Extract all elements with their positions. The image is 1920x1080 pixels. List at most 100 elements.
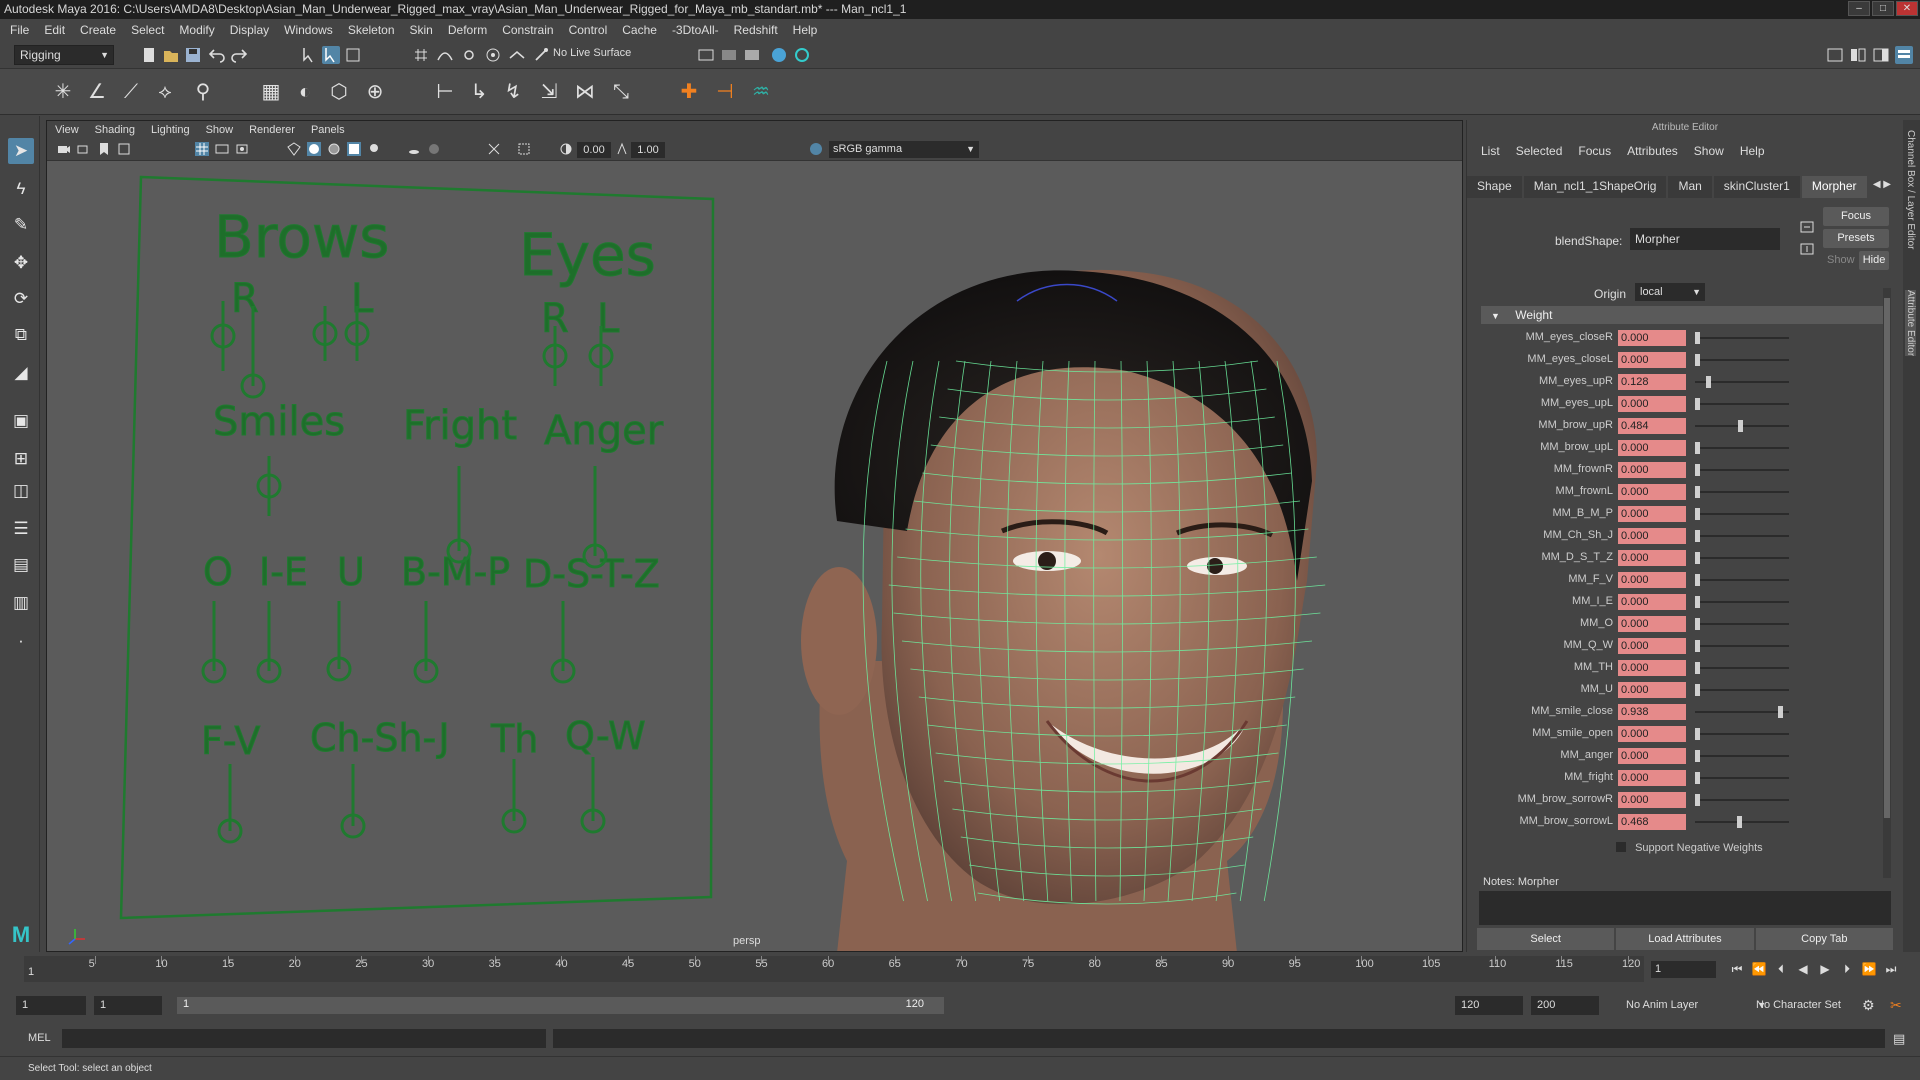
panel-menu-lighting[interactable]: Lighting xyxy=(151,124,190,136)
paint-select-icon[interactable]: ✎ xyxy=(8,212,34,238)
workspace-modeling-icon[interactable] xyxy=(1826,46,1844,64)
last-tool-icon[interactable]: ◢ xyxy=(8,360,34,386)
snap-grid-icon[interactable] xyxy=(412,46,430,64)
two-pane-icon[interactable]: ◫ xyxy=(8,478,34,504)
weight-slider-handle[interactable] xyxy=(1695,486,1700,498)
image-plane-icon[interactable] xyxy=(117,142,131,156)
move-tool-icon[interactable]: ✥ xyxy=(8,250,34,276)
animation-preferences-icon[interactable]: ✂ xyxy=(1890,997,1902,1014)
point-constraint-icon[interactable]: ⊢ xyxy=(432,79,458,105)
orient-constraint-icon[interactable]: ↯ xyxy=(500,79,526,105)
tab-shape[interactable]: Shape xyxy=(1467,176,1522,198)
menu-modify[interactable]: Modify xyxy=(179,23,214,37)
view-transform-dropdown[interactable]: sRGB gamma ▼ xyxy=(829,141,979,158)
weight-value-field[interactable]: 0.938 xyxy=(1618,704,1686,720)
open-scene-icon[interactable] xyxy=(162,46,180,64)
textured-icon[interactable] xyxy=(347,142,361,156)
viewport-scene[interactable]: Brows R L Eyes R L Smiles Fright Anger O… xyxy=(47,161,1462,951)
wireframe-icon[interactable] xyxy=(287,142,301,156)
weight-value-field[interactable]: 0.000 xyxy=(1618,550,1686,566)
playback-range-bar[interactable]: 1 120 xyxy=(177,997,944,1014)
current-frame-field[interactable]: 1 xyxy=(1651,961,1716,978)
camera-select-icon[interactable] xyxy=(57,142,71,156)
close-button[interactable]: ✕ xyxy=(1896,1,1918,16)
auto-key-icon[interactable]: ⚙ xyxy=(1862,997,1875,1014)
weight-slider[interactable] xyxy=(1695,552,1789,564)
ae-menu-list[interactable]: List xyxy=(1481,144,1500,158)
aim-constraint-icon[interactable]: ↳ xyxy=(466,79,492,105)
weight-slider[interactable] xyxy=(1695,772,1789,784)
menu-skin[interactable]: Skin xyxy=(410,23,433,37)
four-pane-icon[interactable]: ⊞ xyxy=(8,446,34,472)
hide-button[interactable]: Hide xyxy=(1859,251,1889,270)
lasso-tool-icon[interactable]: ϟ xyxy=(8,176,34,202)
select-hierarchy-icon[interactable] xyxy=(300,46,318,64)
weight-slider[interactable] xyxy=(1695,442,1789,454)
weight-slider[interactable] xyxy=(1695,728,1789,740)
menu-windows[interactable]: Windows xyxy=(284,23,333,37)
ae-menu-selected[interactable]: Selected xyxy=(1516,144,1563,158)
load-attributes-button[interactable]: Load Attributes xyxy=(1616,928,1754,950)
script-editor-icon[interactable]: ▤ xyxy=(1893,1031,1905,1047)
snap-curve-icon[interactable] xyxy=(436,46,454,64)
weight-slider[interactable] xyxy=(1695,354,1789,366)
outliner-layout-icon[interactable]: ☰ xyxy=(8,516,34,542)
xray-icon[interactable] xyxy=(517,142,531,156)
maximize-button[interactable]: □ xyxy=(1872,1,1894,16)
tab-channel-box[interactable]: Channel Box / Layer Editor xyxy=(1905,130,1916,250)
weight-slider[interactable] xyxy=(1695,816,1789,828)
weight-slider-handle[interactable] xyxy=(1736,816,1742,828)
go-to-start-icon[interactable]: ⏮ xyxy=(1727,961,1747,978)
select-button[interactable]: Select xyxy=(1477,928,1615,950)
viewport-panel[interactable]: View Shading Lighting Show Renderer Pane… xyxy=(46,120,1463,952)
character-set-dropdown[interactable]: No Character Set xyxy=(1756,997,1841,1014)
cluster-icon[interactable]: ⊕ xyxy=(362,79,388,105)
weight-slider-handle[interactable] xyxy=(1706,376,1712,388)
smooth-shade-icon[interactable] xyxy=(307,142,321,156)
ae-menu-focus[interactable]: Focus xyxy=(1578,144,1611,158)
weight-slider[interactable] xyxy=(1695,684,1789,696)
scale-tool-icon[interactable]: ⧉ xyxy=(8,322,34,348)
tab-man[interactable]: Man xyxy=(1668,176,1712,198)
paint-weights-icon[interactable]: ◐ xyxy=(292,79,318,105)
playback-start-field[interactable]: 1 xyxy=(94,996,162,1015)
support-negative-weights-checkbox[interactable]: Support Negative Weights xyxy=(1616,842,1763,854)
render-settings-icon[interactable] xyxy=(697,46,715,64)
weight-value-field[interactable]: 0.000 xyxy=(1618,770,1686,786)
tab-attribute-editor[interactable]: Attribute Editor xyxy=(1905,290,1916,357)
more-layouts-icon[interactable]: · xyxy=(8,628,34,654)
shadows-icon[interactable] xyxy=(407,142,421,156)
panel-menu-show[interactable]: Show xyxy=(206,124,234,136)
menu-deform[interactable]: Deform xyxy=(448,23,487,37)
weight-slider[interactable] xyxy=(1695,486,1789,498)
weight-value-field[interactable]: 0.000 xyxy=(1618,792,1686,808)
step-back-key-icon[interactable]: ⏴ xyxy=(1771,961,1791,978)
minimize-button[interactable]: – xyxy=(1848,1,1870,16)
new-scene-icon[interactable] xyxy=(140,46,158,64)
time-slider[interactable]: 5 10 15 20 25 30 35 40 45 50 55 60 65 70 75 80 85 90 95 100… xyxy=(0,952,1920,984)
weight-slider-handle[interactable] xyxy=(1695,574,1700,586)
workspace-layout-icon[interactable] xyxy=(1849,46,1867,64)
tab-scroll-arrows-icon[interactable]: ◀ ▶ xyxy=(1873,179,1891,190)
script-language-label[interactable]: MEL xyxy=(28,1032,51,1044)
input-connection-icon[interactable] xyxy=(1799,220,1815,234)
weight-slider-handle[interactable] xyxy=(1695,596,1700,608)
exposure-icon[interactable] xyxy=(559,142,573,156)
menu-edit[interactable]: Edit xyxy=(44,23,65,37)
mel-input-field[interactable] xyxy=(62,1029,546,1048)
menu-constrain[interactable]: Constrain xyxy=(502,23,553,37)
weight-slider-handle[interactable] xyxy=(1695,442,1700,454)
weight-slider[interactable] xyxy=(1695,464,1789,476)
presets-button[interactable]: Presets xyxy=(1823,229,1889,248)
weight-value-field[interactable]: 0.000 xyxy=(1618,528,1686,544)
scale-constraint-icon[interactable]: ⇲ xyxy=(536,79,562,105)
weight-slider-handle[interactable] xyxy=(1778,706,1784,718)
copy-tab-button[interactable]: Copy Tab xyxy=(1755,928,1893,950)
film-gate-icon[interactable] xyxy=(215,142,229,156)
weight-value-field[interactable]: 0.484 xyxy=(1618,418,1686,434)
weight-slider-handle[interactable] xyxy=(1695,354,1700,366)
weight-slider[interactable] xyxy=(1695,376,1789,388)
weight-slider-handle[interactable] xyxy=(1695,640,1700,652)
snap-point-icon[interactable] xyxy=(460,46,478,64)
ipr-render-icon[interactable] xyxy=(743,46,761,64)
